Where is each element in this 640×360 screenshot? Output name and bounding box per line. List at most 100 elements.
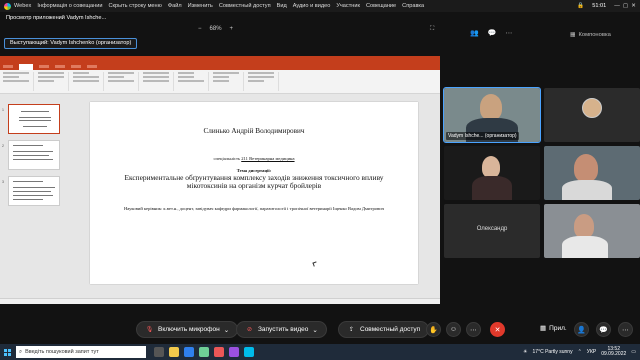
mic-off-icon: 🎙 bbox=[145, 327, 154, 333]
viewer-icons: ⛶ bbox=[430, 26, 434, 33]
zoom-out-button[interactable]: − bbox=[198, 26, 202, 32]
layout-icon: ▦ bbox=[570, 32, 576, 38]
webex-taskbar-icon[interactable] bbox=[244, 347, 254, 357]
windows-icon bbox=[3, 348, 11, 356]
webex-logo-icon bbox=[4, 2, 11, 10]
start-button[interactable] bbox=[0, 344, 14, 360]
thumb-number: 1 bbox=[2, 108, 4, 112]
meeting-info-link[interactable]: Інформація о совещании bbox=[37, 3, 102, 9]
chat-icon[interactable]: 💬 bbox=[596, 322, 611, 337]
fullscreen-icon[interactable]: ⛶ bbox=[430, 26, 434, 33]
file-explorer-icon[interactable] bbox=[169, 347, 179, 357]
slide-thumbnails: 1 2 3 bbox=[0, 94, 64, 298]
system-tray: ☀ 17°C Partly sunny ⌃ УКР 13:52 09.09.20… bbox=[523, 346, 640, 358]
weather-text: 17°C Partly sunny bbox=[532, 349, 573, 355]
apps-button[interactable]: ▦ Прил. bbox=[540, 324, 567, 333]
window-buttons[interactable]: — ▢ ✕ bbox=[614, 3, 636, 9]
hide-menu-button[interactable]: Скрыть строку меню bbox=[108, 3, 161, 9]
clock-date: 09.09.2022 bbox=[601, 351, 627, 357]
video-button[interactable]: ⊘ Запустить видео ⌄ bbox=[236, 321, 327, 338]
participant-tile[interactable] bbox=[544, 88, 640, 142]
webex-logo: Webex bbox=[4, 2, 32, 10]
slide-thumbnail[interactable] bbox=[8, 104, 60, 134]
menu-view[interactable]: Вид bbox=[277, 3, 287, 9]
participant-grid: Vadym Ishche... (организатор) Олександр bbox=[443, 87, 640, 258]
participant-tile[interactable]: Vadym Ishche... (организатор) bbox=[443, 87, 541, 143]
powerpoint-ribbon bbox=[0, 70, 440, 94]
meeting-controls: 🎙 Включить микрофон ⌄ ⊘ Запустить видео … bbox=[0, 318, 640, 342]
task-view-icon[interactable] bbox=[154, 347, 164, 357]
participant-tile[interactable] bbox=[544, 204, 640, 258]
menu-audio-video[interactable]: Аудио и видео bbox=[293, 3, 331, 9]
specialty-prefix: спеціальність bbox=[213, 156, 241, 161]
slide-thumbnail[interactable] bbox=[8, 176, 60, 206]
share-label: Совместный доступ bbox=[360, 326, 421, 333]
mic-label: Включить микрофон bbox=[158, 326, 220, 333]
avatar bbox=[582, 98, 602, 118]
language-indicator[interactable]: УКР bbox=[587, 349, 596, 355]
participant-name: Vadym Ishche... (организатор) bbox=[446, 132, 519, 140]
participant-tile[interactable] bbox=[544, 146, 640, 200]
slide-topic: Експериментальне обґрунтування комплексу… bbox=[124, 173, 384, 190]
specialty-value: 211 Ветеринарна медицина bbox=[241, 156, 295, 161]
mute-button[interactable]: 🎙 Включить микрофон ⌄ bbox=[136, 321, 239, 338]
participant-tile[interactable]: Олександр bbox=[444, 204, 540, 258]
share-button[interactable]: ⇪ Совместный доступ bbox=[338, 321, 430, 338]
apps-label: Прил. bbox=[549, 324, 567, 332]
menu-meeting[interactable]: Совещание bbox=[366, 3, 396, 9]
clock[interactable]: 13:52 09.09.2022 bbox=[601, 346, 627, 358]
slide-thumbnail[interactable] bbox=[8, 140, 60, 170]
video-off-icon: ⊘ bbox=[246, 327, 253, 333]
tray-chevron-icon[interactable]: ⌃ bbox=[578, 349, 582, 355]
participant-tile[interactable] bbox=[444, 146, 540, 200]
webex-title-bar: Webex Інформація о совещании Скрыть стро… bbox=[0, 0, 640, 12]
search-placeholder: Введіть пошуковий запит тут bbox=[25, 349, 99, 355]
hand-icon[interactable]: ✋ bbox=[426, 322, 441, 337]
menu-share[interactable]: Совместный доступ bbox=[219, 3, 271, 9]
layout-label: Компоновка bbox=[578, 32, 611, 38]
shared-screen: 1 2 3 Слинько Андрій Володимирович спеці… bbox=[0, 56, 440, 304]
taskbar-search[interactable]: ⌕ Введіть пошуковий запит тут bbox=[16, 346, 146, 358]
taskbar-apps bbox=[154, 347, 254, 357]
chat-icon[interactable]: 💬 bbox=[488, 29, 497, 37]
speaker-label: Выступающий: Vadym Ishchenko (организато… bbox=[4, 38, 138, 49]
menu-bar: Файл Изменить Совместный доступ Вид Ауди… bbox=[168, 3, 424, 9]
zoom-control: − 68% + bbox=[198, 26, 233, 32]
participants-bar-icons: 👥 💬 ⋯ bbox=[470, 29, 512, 37]
app-name: Webex bbox=[14, 3, 32, 9]
people-icon[interactable]: 👥 bbox=[470, 29, 479, 37]
participant-name: Олександр bbox=[476, 226, 508, 232]
zoom-level: 68% bbox=[209, 26, 222, 32]
thumb-number: 2 bbox=[2, 144, 4, 148]
zoom-in-button[interactable]: + bbox=[230, 26, 234, 32]
menu-help[interactable]: Справка bbox=[402, 3, 424, 9]
notification-icon[interactable]: ▭ bbox=[631, 349, 636, 355]
meeting-timer: 51:01 bbox=[592, 3, 607, 9]
windows-taskbar: ⌕ Введіть пошуковий запит тут ☀ 17°C Par… bbox=[0, 344, 640, 360]
slide-specialty: спеціальність 211 Ветеринарна медицина bbox=[90, 156, 418, 161]
menu-participant[interactable]: Участник bbox=[336, 3, 360, 9]
menu-edit[interactable]: Изменить bbox=[188, 3, 213, 9]
end-call-button[interactable]: ✕ bbox=[490, 322, 505, 337]
powerpoint-icon[interactable] bbox=[214, 347, 224, 357]
more-icon[interactable]: ⋯ bbox=[505, 29, 512, 37]
more-panels-icon[interactable]: ⋯ bbox=[618, 322, 633, 337]
chevron-down-icon: ⌄ bbox=[312, 326, 318, 334]
current-slide: Слинько Андрій Володимирович спеціальніс… bbox=[90, 102, 418, 284]
layout-button[interactable]: ▦ Компоновка bbox=[570, 32, 611, 38]
mouse-cursor-icon bbox=[312, 261, 318, 267]
powerpoint-statusbar bbox=[0, 298, 440, 304]
share-icon: ⇪ bbox=[348, 327, 355, 333]
menu-file[interactable]: Файл bbox=[168, 3, 182, 9]
thumb-number: 3 bbox=[2, 180, 4, 184]
reactions-icon[interactable]: ☺ bbox=[446, 322, 461, 337]
participants-icon[interactable]: 👤 bbox=[574, 322, 589, 337]
apps-icon: ▦ bbox=[540, 325, 547, 332]
chrome-icon[interactable] bbox=[199, 347, 209, 357]
powerpoint-titlebar bbox=[0, 56, 440, 64]
app-icon[interactable] bbox=[229, 347, 239, 357]
edge-icon[interactable] bbox=[184, 347, 194, 357]
more-options-icon[interactable]: ⋯ bbox=[466, 322, 481, 337]
viewer-title: Просмотр приложений Vadym Ishche... bbox=[6, 15, 107, 21]
lock-icon: 🔒 bbox=[577, 3, 585, 9]
